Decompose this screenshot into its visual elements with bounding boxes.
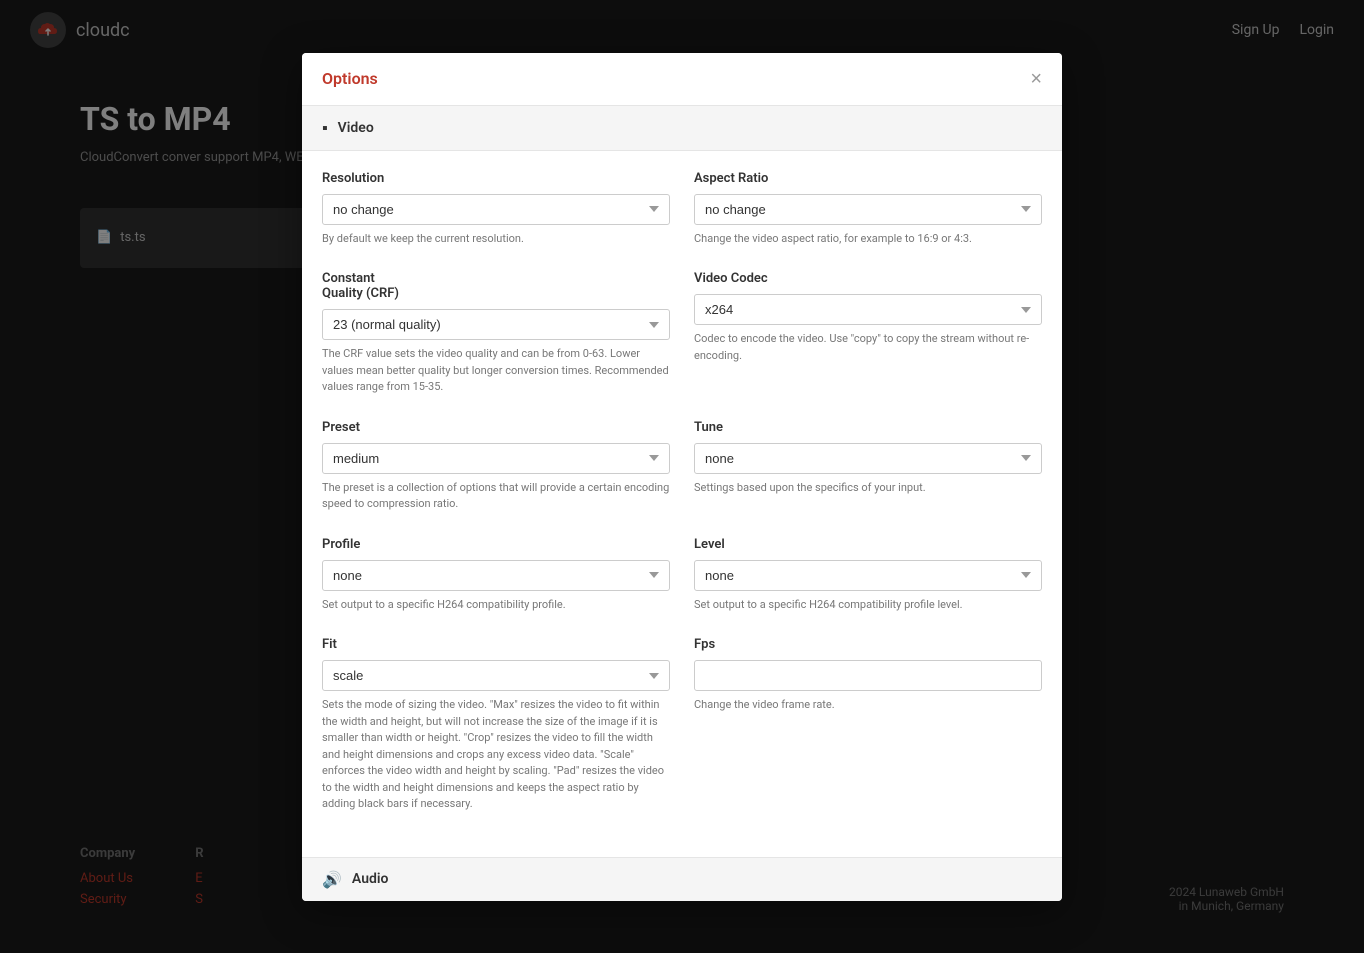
video-codec-group: Video Codec x264 x265 vp9 copy Codec to …	[694, 271, 1042, 364]
audio-section-header: 🔊 Audio	[302, 857, 1062, 901]
video-codec-select[interactable]: x264 x265 vp9 copy	[694, 294, 1042, 325]
profile-label: Profile	[322, 537, 670, 552]
crf-option: ConstantQuality (CRF) 0 (best quality) 1…	[322, 271, 670, 396]
modal-close-button[interactable]: ×	[1030, 69, 1042, 89]
option-row-3: Preset ultrafast superfast veryfast fast…	[322, 420, 1042, 513]
preset-option: Preset ultrafast superfast veryfast fast…	[322, 420, 670, 513]
level-select[interactable]: none 3.0 3.1 4.0 4.1 4.2 5.0	[694, 560, 1042, 591]
preset-group: Preset ultrafast superfast veryfast fast…	[322, 420, 670, 513]
resolution-label: Resolution	[322, 171, 670, 186]
audio-section-title: Audio	[352, 871, 389, 887]
resolution-group: Resolution no change 320x240 640x480 128…	[322, 171, 670, 248]
option-row-2: ConstantQuality (CRF) 0 (best quality) 1…	[322, 271, 1042, 396]
fit-group: Fit max crop scale pad Sets the mode of …	[322, 637, 670, 813]
profile-help: Set output to a specific H264 compatibil…	[322, 597, 670, 614]
video-section-title: Video	[338, 120, 374, 136]
fps-option: Fps Change the video frame rate.	[694, 637, 1042, 813]
resolution-select[interactable]: no change 320x240 640x480 1280x720 1920x…	[322, 194, 670, 225]
preset-label: Preset	[322, 420, 670, 435]
resolution-help: By default we keep the current resolutio…	[322, 231, 670, 248]
audio-icon: 🔊	[322, 870, 342, 889]
modal-title: Options	[322, 69, 378, 88]
tune-label: Tune	[694, 420, 1042, 435]
modal-body: ▪ Video Resolution no change 320x240 640…	[302, 106, 1062, 901]
option-row-4: Profile none baseline main high Set outp…	[322, 537, 1042, 614]
level-group: Level none 3.0 3.1 4.0 4.1 4.2 5.0 Set o…	[694, 537, 1042, 614]
fps-label: Fps	[694, 637, 1042, 652]
crf-label: ConstantQuality (CRF)	[322, 271, 670, 301]
profile-select[interactable]: none baseline main high	[322, 560, 670, 591]
fit-help: Sets the mode of sizing the video. "Max"…	[322, 697, 670, 813]
fps-group: Fps Change the video frame rate.	[694, 637, 1042, 714]
profile-group: Profile none baseline main high Set outp…	[322, 537, 670, 614]
crf-select[interactable]: 0 (best quality) 10 17 23 (normal qualit…	[322, 309, 670, 340]
preset-select[interactable]: ultrafast superfast veryfast faster fast…	[322, 443, 670, 474]
level-label: Level	[694, 537, 1042, 552]
aspect-ratio-help: Change the video aspect ratio, for examp…	[694, 231, 1042, 248]
video-options-grid: Resolution no change 320x240 640x480 128…	[302, 151, 1062, 857]
tune-option: Tune none film animation grain stillimag…	[694, 420, 1042, 513]
crf-help: The CRF value sets the video quality and…	[322, 346, 670, 396]
fps-help: Change the video frame rate.	[694, 697, 1042, 714]
video-codec-label: Video Codec	[694, 271, 1042, 286]
aspect-ratio-label: Aspect Ratio	[694, 171, 1042, 186]
tune-select[interactable]: none film animation grain stillimage fas…	[694, 443, 1042, 474]
video-codec-help: Codec to encode the video. Use "copy" to…	[694, 331, 1042, 364]
aspect-ratio-select[interactable]: no change 4:3 16:9 21:9	[694, 194, 1042, 225]
resolution-option: Resolution no change 320x240 640x480 128…	[322, 171, 670, 248]
modal-header: Options ×	[302, 53, 1062, 106]
option-row-5: Fit max crop scale pad Sets the mode of …	[322, 637, 1042, 813]
option-row-1: Resolution no change 320x240 640x480 128…	[322, 171, 1042, 248]
fit-label: Fit	[322, 637, 670, 652]
video-codec-option: Video Codec x264 x265 vp9 copy Codec to …	[694, 271, 1042, 396]
fit-select[interactable]: max crop scale pad	[322, 660, 670, 691]
fit-option: Fit max crop scale pad Sets the mode of …	[322, 637, 670, 813]
video-icon: ▪	[322, 118, 328, 138]
level-help: Set output to a specific H264 compatibil…	[694, 597, 1042, 614]
crf-group: ConstantQuality (CRF) 0 (best quality) 1…	[322, 271, 670, 396]
level-option: Level none 3.0 3.1 4.0 4.1 4.2 5.0 Set o…	[694, 537, 1042, 614]
tune-help: Settings based upon the specifics of you…	[694, 480, 1042, 497]
video-section-header: ▪ Video	[302, 106, 1062, 151]
preset-help: The preset is a collection of options th…	[322, 480, 670, 513]
options-modal: Options × ▪ Video Resolution no change 3…	[302, 53, 1062, 901]
tune-group: Tune none film animation grain stillimag…	[694, 420, 1042, 497]
aspect-ratio-option: Aspect Ratio no change 4:3 16:9 21:9 Cha…	[694, 171, 1042, 248]
profile-option: Profile none baseline main high Set outp…	[322, 537, 670, 614]
aspect-ratio-group: Aspect Ratio no change 4:3 16:9 21:9 Cha…	[694, 171, 1042, 248]
fps-input[interactable]	[694, 660, 1042, 691]
